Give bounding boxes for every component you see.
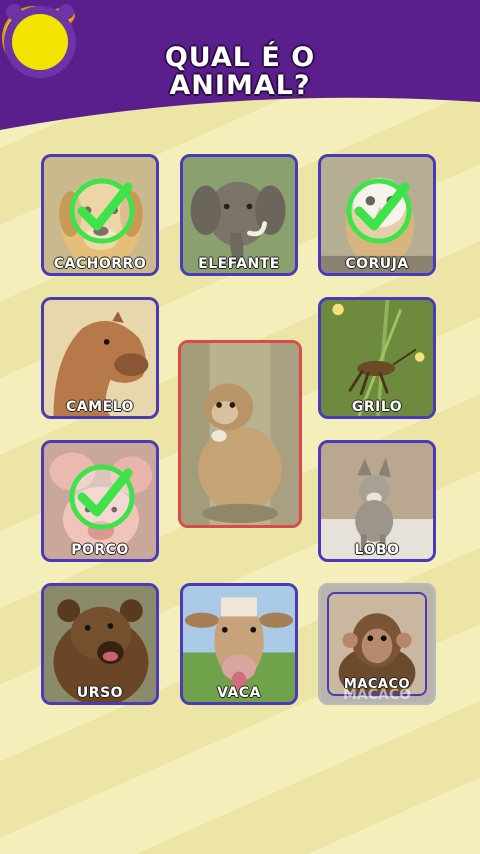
tile-label: PORCO — [71, 542, 129, 558]
check-icon — [346, 178, 412, 244]
header-banner: QUAL É O ANIMAL? — [0, 0, 480, 132]
tile-lobo[interactable]: LOBO — [318, 440, 436, 562]
macaco-preview: MACACO — [327, 592, 427, 696]
monkey-photo-icon — [181, 343, 299, 525]
check-icon — [69, 178, 135, 244]
tile-camelo[interactable]: CAMELO — [41, 297, 159, 419]
tile-label: CORUJA — [345, 256, 409, 272]
tile-ghost-label: MACACO — [342, 687, 412, 703]
tile-label: LOBO — [354, 542, 400, 558]
tile-cachorro[interactable]: CACHORRO — [41, 154, 159, 276]
selected-animal-card[interactable] — [178, 340, 302, 528]
tile-grilo[interactable]: GRILO — [318, 297, 436, 419]
tile-elefante[interactable]: ELEFANTE — [180, 154, 298, 276]
tile-label: VACA — [217, 685, 261, 701]
tile-vaca[interactable]: VACA — [180, 583, 298, 705]
timer-icon — [4, 4, 76, 78]
check-icon — [69, 464, 135, 530]
tile-label: ELEFANTE — [198, 256, 280, 272]
tile-porco[interactable]: PORCO — [41, 440, 159, 562]
tile-label: URSO — [76, 685, 124, 701]
tile-label: GRILO — [351, 399, 403, 415]
tile-label: CACHORRO — [53, 256, 147, 272]
tile-urso[interactable]: URSO — [41, 583, 159, 705]
tile-coruja[interactable]: CORUJA — [318, 154, 436, 276]
tile-label: CAMELO — [66, 399, 134, 415]
tile-macaco[interactable]: MACACO MACACO — [318, 583, 436, 705]
